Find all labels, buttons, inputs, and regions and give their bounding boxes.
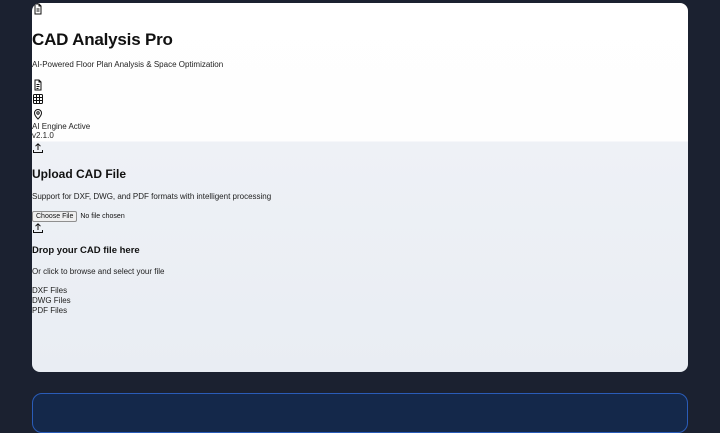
upload-heading: Upload CAD File xyxy=(32,167,127,181)
file-status: No file chosen xyxy=(80,213,125,220)
app-title: CAD Analysis Pro xyxy=(32,30,173,49)
dropzone-title[interactable]: Drop your CAD file here xyxy=(32,246,140,256)
upload-icon xyxy=(32,142,44,154)
format-dwg: DWG Files xyxy=(32,296,71,305)
document-icon xyxy=(32,3,44,15)
dropzone-upload-icon xyxy=(32,222,44,234)
upload-description: Support for DXF, DWG, and PDF formats wi… xyxy=(32,192,272,201)
grid-icon[interactable] xyxy=(32,93,44,105)
app-subtitle: AI-Powered Floor Plan Analysis & Space O… xyxy=(32,60,224,69)
results-panel xyxy=(32,393,688,433)
file-input[interactable]: Choose File No file chosen xyxy=(32,211,125,222)
file-text-icon[interactable] xyxy=(32,79,44,91)
format-pdf: PDF Files xyxy=(32,306,68,315)
dropzone-subtitle[interactable]: Or click to browse and select your file xyxy=(32,268,165,276)
engine-status: AI Engine Active xyxy=(32,122,91,131)
version-label: v2.1.0 xyxy=(32,131,54,140)
format-dxf: DXF Files xyxy=(32,286,68,295)
choose-file-button[interactable]: Choose File xyxy=(32,211,78,222)
main-card: CAD Analysis Pro AI-Powered Floor Plan A… xyxy=(32,3,688,372)
location-pin-icon[interactable] xyxy=(32,108,44,120)
